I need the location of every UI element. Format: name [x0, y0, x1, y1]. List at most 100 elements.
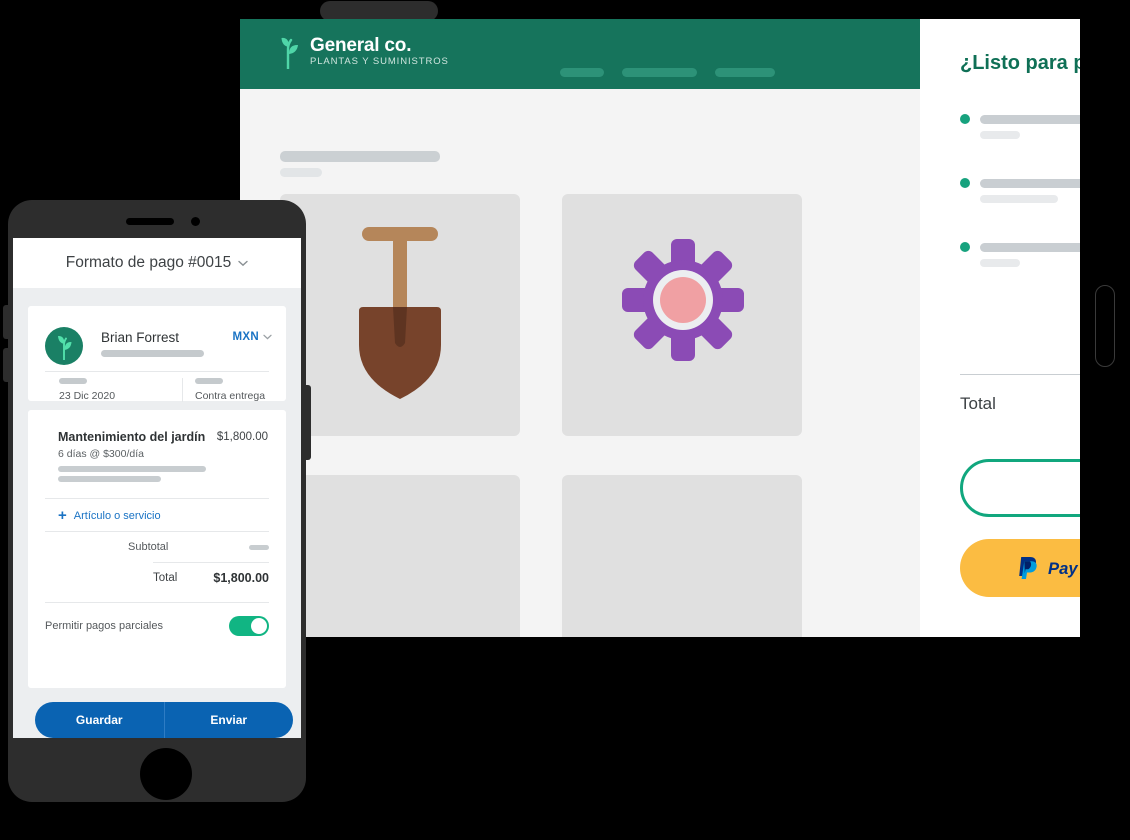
line-item-subtitle-placeholder — [980, 131, 1020, 139]
customer-detail-placeholder — [101, 350, 204, 357]
totals-divider — [960, 374, 1080, 375]
store-name: General co. — [310, 34, 412, 56]
line-item-bullet — [960, 114, 970, 124]
invoice-item-price: $1,800.00 — [216, 431, 268, 443]
screenshot-root: General co. PLANTAS Y SUMINISTROS ¿Listo… — [0, 0, 1130, 840]
tablet-speaker — [320, 1, 438, 21]
divider — [45, 531, 269, 532]
partial-payments-toggle[interactable] — [229, 616, 269, 636]
nav-link-placeholder-2[interactable] — [622, 68, 697, 77]
phone-camera — [191, 217, 200, 226]
payment-terms-field[interactable]: Contra entrega — [195, 378, 265, 402]
line-item-bullet — [960, 178, 970, 188]
avatar — [45, 327, 83, 365]
invoice-date-field[interactable]: 23 Dic 2020 — [59, 378, 115, 402]
store-logo[interactable]: General co. PLANTAS Y SUMINISTROS — [278, 33, 449, 69]
subtotal-label: Subtotal — [128, 541, 169, 553]
line-item-subtitle-placeholder — [980, 195, 1058, 203]
line-item-subtitle-placeholder — [980, 259, 1020, 267]
tablet-device: General co. PLANTAS Y SUMINISTROS ¿Listo… — [240, 0, 1130, 700]
phone-topbar[interactable]: Formato de pago #0015 — [13, 238, 301, 288]
divider — [182, 378, 183, 402]
grand-total-label: Total — [960, 394, 996, 413]
checkout-title: ¿Listo para pagar? — [960, 52, 1080, 74]
invoice-card: Mantenimiento del jardín $1,800.00 6 día… — [28, 410, 286, 688]
currency-selector[interactable]: MXN — [233, 331, 272, 343]
paypal-icon — [1019, 556, 1037, 579]
add-item-button[interactable]: + Artículo o servicio — [58, 507, 161, 524]
totals-row: Envío — [960, 324, 1080, 342]
phone-earpiece — [126, 218, 174, 225]
storefront-heading-placeholder — [280, 151, 440, 162]
invoice-item-name: Mantenimiento del jardín — [58, 430, 206, 444]
partial-payments-row: Permitir pagos parciales — [45, 616, 269, 636]
divider — [153, 562, 269, 563]
phone-power-button[interactable] — [306, 385, 311, 460]
currency-label: MXN — [232, 331, 259, 343]
svg-text:Pal: Pal — [1079, 558, 1080, 577]
shovel-icon — [359, 227, 441, 399]
storefront-subheading-placeholder — [280, 168, 322, 177]
nav-link-placeholder-1[interactable] — [560, 68, 604, 77]
chevron-down-icon — [263, 334, 272, 340]
totals-label: Subtotal — [984, 308, 1080, 323]
divider — [45, 602, 269, 603]
product-card[interactable] — [562, 194, 802, 436]
field-label-placeholder — [195, 378, 223, 384]
plus-icon: + — [58, 507, 67, 524]
customer-name: Brian Forrest — [101, 330, 180, 345]
phone-action-bar: Guardar Enviar — [35, 702, 293, 738]
tablet-side-button[interactable] — [1095, 285, 1115, 367]
phone-device: Formato de pago #0015 Brian Forrest MXN … — [3, 200, 311, 802]
phone-home-button[interactable] — [140, 748, 192, 800]
partial-payments-label: Permitir pagos parciales — [45, 620, 163, 632]
paypal-checkout-button[interactable]: Pay Pal Checkout — [960, 539, 1080, 597]
flower-icon — [622, 239, 744, 361]
divider — [45, 498, 269, 499]
nav-link-placeholder-3[interactable] — [715, 68, 775, 77]
product-card[interactable] — [280, 475, 520, 637]
line-item-name-placeholder — [980, 115, 1080, 124]
store-tagline: PLANTAS Y SUMINISTROS — [310, 55, 449, 67]
total-label: Total — [153, 572, 178, 584]
total-row: Total $1,800.00 — [153, 571, 269, 585]
svg-text:Pay: Pay — [1048, 558, 1078, 577]
phone-volume-down-button[interactable] — [3, 348, 8, 382]
product-card[interactable] — [562, 475, 802, 637]
payment-terms-value: Contra entrega — [195, 390, 266, 402]
line-item-name-placeholder — [980, 179, 1080, 188]
toggle-knob — [251, 618, 267, 634]
totals-row: Impuestos — [960, 342, 1080, 360]
add-item-label: Artículo o servicio — [73, 510, 161, 522]
line-item-bullet — [960, 242, 970, 252]
field-label-placeholder — [59, 378, 87, 384]
phone-volume-up-button[interactable] — [3, 305, 8, 339]
invoice-item-description: 6 días @ $300/día — [58, 448, 144, 460]
send-button[interactable]: Enviar — [165, 702, 294, 738]
totals-label: Envío — [984, 326, 1080, 341]
invoice-date-value: 23 Dic 2020 — [59, 390, 116, 402]
send-button-label: Enviar — [210, 713, 248, 727]
subtotal-value-placeholder — [249, 544, 269, 550]
leaf-icon — [281, 37, 298, 69]
save-button-label: Guardar — [75, 713, 123, 727]
paypal-wordmark-icon: Pay Pal — [1048, 558, 1080, 577]
total-value: $1,800.00 — [213, 571, 269, 585]
totals-label: Impuestos — [984, 344, 1080, 359]
divider — [45, 371, 269, 372]
invoice-item-note-placeholder — [58, 476, 161, 482]
page-title: Formato de pago #0015 — [65, 254, 232, 271]
leaf-icon — [57, 335, 71, 360]
tablet-screen: General co. PLANTAS Y SUMINISTROS ¿Listo… — [240, 19, 1080, 637]
chevron-down-icon[interactable] — [238, 260, 248, 267]
customer-card: Brian Forrest MXN 23 Dic 2020 Contra ent… — [28, 306, 286, 402]
checkout-panel: ¿Listo para pagar? — [920, 19, 1080, 637]
save-button[interactable]: Guardar — [35, 702, 165, 738]
line-item-name-placeholder — [980, 243, 1080, 252]
pay-button[interactable]: Pagar — [960, 459, 1080, 517]
product-card[interactable] — [280, 194, 520, 436]
totals-row: Subtotal — [960, 306, 1080, 324]
subtotal-row: Subtotal — [128, 541, 269, 553]
invoice-item-note-placeholder — [58, 466, 206, 472]
phone-screen: Formato de pago #0015 Brian Forrest MXN … — [13, 238, 301, 738]
